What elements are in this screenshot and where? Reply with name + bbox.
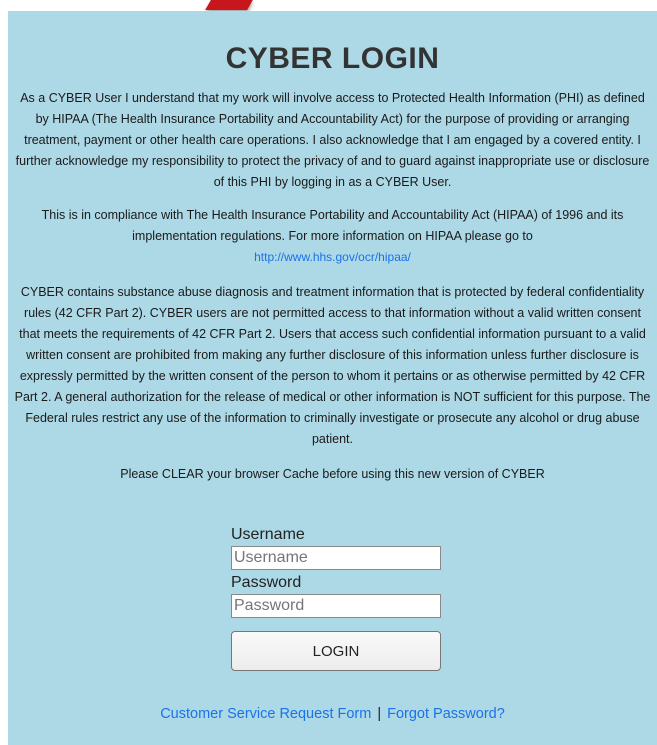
customer-service-link[interactable]: Customer Service Request Form [160, 706, 371, 722]
login-form: Username Password LOGIN [231, 524, 445, 671]
password-input[interactable] [231, 594, 441, 618]
username-input[interactable] [231, 546, 441, 570]
password-label: Password [231, 574, 302, 591]
footer-separator: | [377, 706, 382, 722]
login-page: CYBER LOGIN As a CYBER User I understand… [0, 0, 657, 745]
forgot-password-link[interactable]: Forgot Password? [387, 706, 505, 722]
hipaa-compliance-text: This is in compliance with The Health In… [41, 208, 624, 243]
page-title: CYBER LOGIN [225, 42, 440, 75]
login-button[interactable]: LOGIN [231, 631, 441, 671]
red-arrow-icon [205, 0, 253, 10]
clear-cache-notice: Please CLEAR your browser Cache before u… [120, 467, 545, 481]
username-label: Username [231, 526, 305, 543]
cfr-part2-notice: CYBER contains substance abuse diagnosis… [14, 285, 651, 446]
hipaa-compliance: This is in compliance with The Health In… [8, 205, 657, 268]
footer-links: Customer Service Request Form | Forgot Pas… [8, 704, 657, 724]
phi-disclaimer: As a CYBER User I understand that my wor… [15, 91, 650, 189]
hipaa-link[interactable]: http://www.hhs.gov/ocr/hipaa/ [254, 250, 411, 264]
login-panel: CYBER LOGIN As a CYBER User I understand… [8, 11, 657, 745]
